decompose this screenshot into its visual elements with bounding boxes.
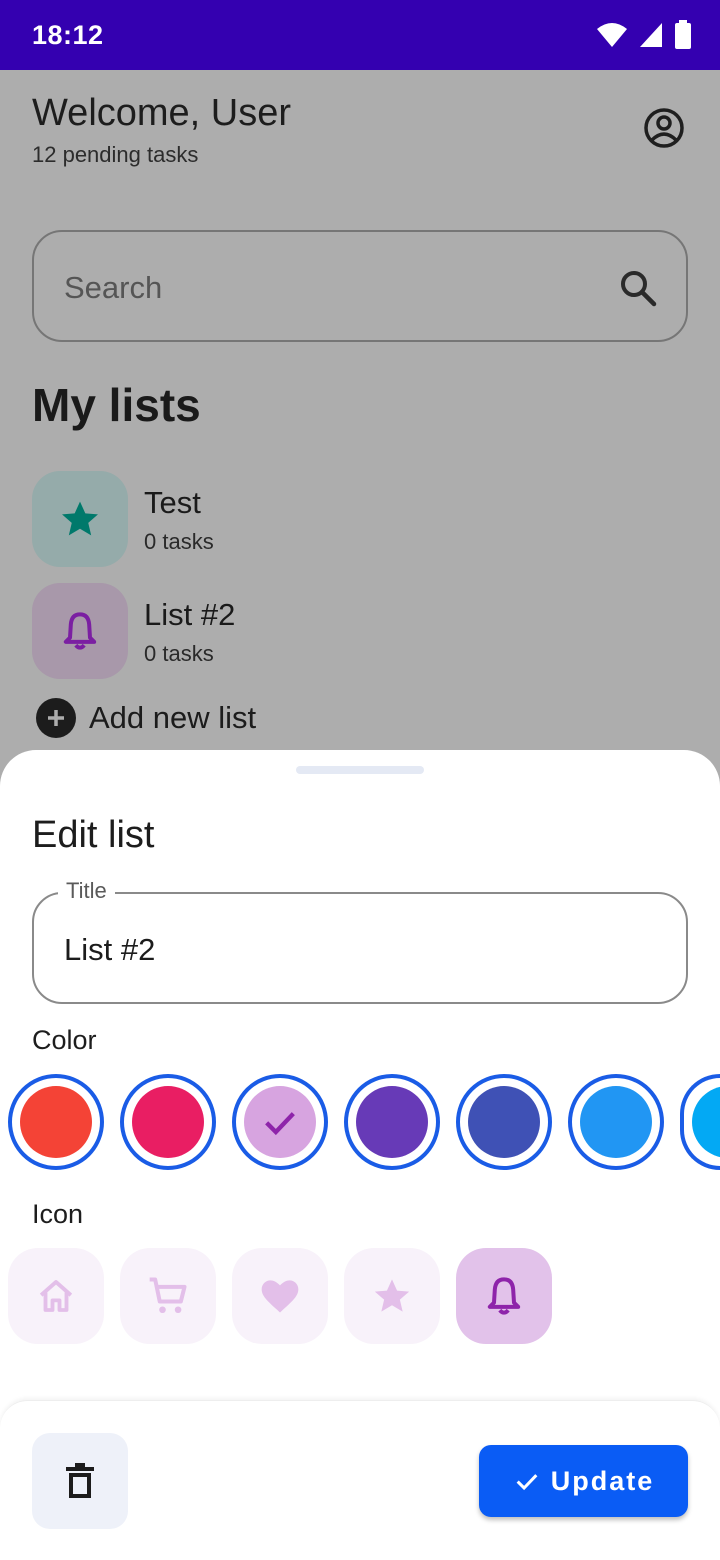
color-swatch-deep-purple[interactable] — [344, 1074, 440, 1170]
list-icon-box — [32, 583, 128, 679]
list-item-list-2[interactable]: List #2 0 tasks — [32, 583, 632, 679]
signal-icon — [640, 23, 662, 47]
sheet-title: Edit list — [32, 814, 155, 856]
check-icon — [265, 1112, 295, 1136]
star-icon — [374, 1279, 410, 1312]
add-icon — [36, 698, 76, 738]
search-placeholder: Search — [64, 270, 163, 305]
icon-option-heart[interactable] — [232, 1248, 328, 1344]
list-name: Test — [144, 485, 201, 520]
update-label: Update — [550, 1465, 655, 1496]
bell-icon — [487, 1277, 521, 1315]
title-field[interactable]: Title List #2 — [32, 878, 688, 1004]
my-lists-heading: My lists — [32, 379, 201, 431]
color-swatch-light-purple[interactable] — [232, 1074, 328, 1170]
home-icon — [39, 1280, 73, 1312]
icon-option-star[interactable] — [344, 1248, 440, 1344]
drag-handle[interactable] — [296, 766, 424, 774]
color-label: Color — [32, 1025, 97, 1055]
title-field-value: List #2 — [64, 932, 156, 967]
status-icons — [596, 20, 692, 50]
bottom-action-bar: Update — [0, 1400, 720, 1560]
account-circle-icon[interactable] — [640, 104, 688, 152]
heart-icon — [261, 1280, 299, 1313]
list-task-count: 0 tasks — [144, 641, 214, 666]
update-button[interactable]: Update — [479, 1445, 688, 1517]
check-icon — [516, 1474, 538, 1491]
star-icon — [62, 501, 98, 536]
search-input[interactable]: Search — [32, 230, 688, 342]
add-new-list-button[interactable]: Add new list — [36, 698, 256, 738]
list-name: List #2 — [144, 597, 236, 632]
color-swatch-pink[interactable] — [120, 1074, 216, 1170]
cart-icon — [149, 1277, 187, 1314]
bell-icon — [63, 612, 97, 650]
icon-label: Icon — [32, 1199, 84, 1229]
pending-count: 12 pending tasks — [32, 142, 199, 167]
wifi-icon — [597, 23, 627, 47]
status-time: 18:12 — [32, 20, 104, 50]
battery-icon — [675, 20, 691, 49]
icon-option-home[interactable] — [8, 1248, 104, 1344]
list-item-test[interactable]: Test 0 tasks — [32, 471, 632, 567]
color-swatch-light-blue[interactable] — [680, 1074, 720, 1170]
list-task-count: 0 tasks — [144, 529, 214, 554]
edit-list-sheet: Edit list Title List #2 Color Icon Updat… — [0, 750, 720, 1560]
trash-icon — [66, 1463, 94, 1498]
status-bar: 18:12 — [0, 0, 720, 70]
delete-button[interactable] — [32, 1433, 128, 1529]
icon-option-cart[interactable] — [120, 1248, 216, 1344]
color-swatch-red[interactable] — [8, 1074, 104, 1170]
search-icon[interactable] — [616, 266, 660, 310]
welcome-title: Welcome, User — [32, 92, 292, 134]
add-new-list-label: Add new list — [89, 700, 257, 735]
color-swatch-indigo[interactable] — [456, 1074, 552, 1170]
color-swatch-blue[interactable] — [568, 1074, 664, 1170]
list-icon-box — [32, 471, 128, 567]
icon-option-bell[interactable] — [456, 1248, 552, 1344]
title-field-label: Title — [58, 878, 115, 904]
